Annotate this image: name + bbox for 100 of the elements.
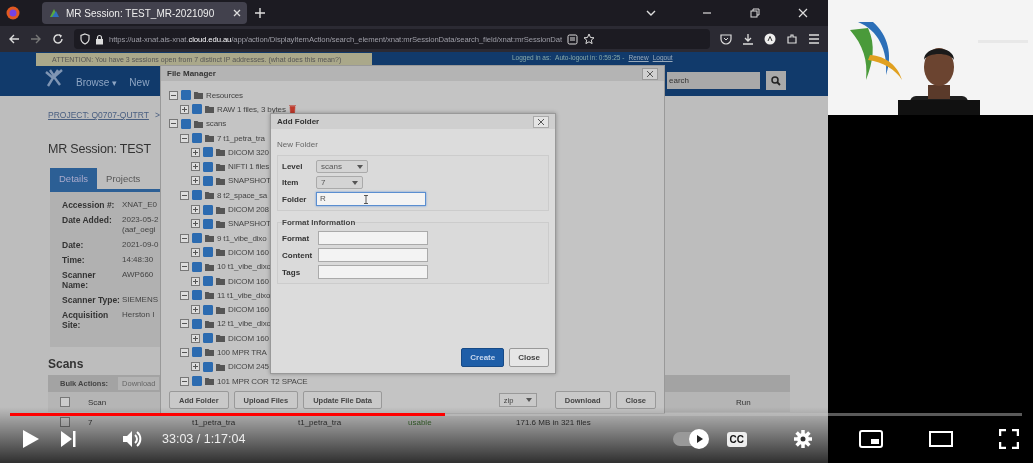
close-icon[interactable] bbox=[798, 8, 808, 18]
pocket-icon[interactable] bbox=[720, 33, 732, 45]
expand-toggle-icon[interactable] bbox=[191, 362, 200, 372]
tab[interactable]: Projects bbox=[97, 168, 150, 189]
tree-item-label[interactable]: DICOM 208 bbox=[228, 205, 269, 214]
checkbox[interactable] bbox=[192, 318, 202, 329]
chevron-down-icon[interactable] bbox=[646, 10, 656, 16]
collapse-toggle-icon[interactable] bbox=[180, 348, 189, 357]
tree-item-label[interactable]: 12 t1_vibe_dixo bbox=[217, 319, 271, 329]
theater-mode-icon[interactable] bbox=[929, 431, 953, 447]
caret-icon[interactable]: ▾ bbox=[112, 77, 118, 88]
checkbox[interactable] bbox=[181, 118, 191, 129]
tree-item-label[interactable]: SNAPSHOT bbox=[228, 176, 271, 186]
checkbox[interactable] bbox=[192, 261, 202, 272]
search-button[interactable] bbox=[766, 71, 786, 90]
expand-toggle-icon[interactable] bbox=[191, 276, 200, 286]
close-button[interactable]: Close bbox=[509, 348, 549, 367]
search-field[interactable]: earch bbox=[667, 72, 760, 89]
checkbox[interactable] bbox=[192, 347, 202, 358]
forward-arrow-icon[interactable] bbox=[30, 33, 42, 45]
collapse-toggle-icon[interactable] bbox=[180, 133, 189, 143]
nav-menu-item[interactable]: New bbox=[129, 77, 150, 88]
collapse-toggle-icon[interactable] bbox=[180, 233, 189, 243]
download-icon[interactable] bbox=[742, 33, 754, 45]
expand-toggle-icon[interactable] bbox=[191, 219, 200, 229]
tree-item-label[interactable]: 11 t1_vibe_dixo bbox=[217, 290, 271, 300]
breadcrumb-link[interactable]: PROJECT: Q0707-QUTRT bbox=[48, 110, 149, 120]
checkbox[interactable] bbox=[203, 147, 213, 158]
checkbox[interactable] bbox=[203, 276, 213, 286]
checkbox[interactable] bbox=[192, 133, 202, 144]
expand-toggle-icon[interactable] bbox=[191, 333, 200, 343]
expand-toggle-icon[interactable] bbox=[191, 247, 200, 257]
tree-item-label[interactable]: 8 t2_space_sa bbox=[217, 190, 268, 200]
checkbox[interactable] bbox=[203, 204, 213, 215]
star-icon[interactable] bbox=[583, 33, 595, 45]
tree-item-label[interactable]: DICOM 160 bbox=[228, 305, 269, 315]
tree-item-label[interactable]: NIFTI 1 files bbox=[228, 162, 270, 172]
collapse-toggle-icon[interactable] bbox=[180, 190, 189, 200]
fullscreen-icon[interactable] bbox=[999, 429, 1019, 449]
volume-icon[interactable] bbox=[122, 430, 142, 448]
menu-icon[interactable] bbox=[808, 34, 820, 44]
tree-item-label[interactable]: 101 MPR COR T2 SPACE bbox=[217, 376, 308, 386]
tree-item-label[interactable]: DICOM 245 bbox=[228, 362, 269, 372]
collapse-toggle-icon[interactable] bbox=[169, 90, 178, 100]
checkbox[interactable] bbox=[192, 290, 202, 301]
create-button[interactable]: Create bbox=[461, 348, 505, 367]
autoplay-toggle[interactable] bbox=[672, 432, 707, 446]
miniplayer-icon[interactable] bbox=[859, 430, 883, 448]
checkbox[interactable] bbox=[203, 175, 213, 186]
checkbox[interactable] bbox=[192, 104, 202, 115]
collapse-toggle-icon[interactable] bbox=[169, 119, 178, 129]
progress-bar[interactable] bbox=[10, 413, 1022, 416]
checkbox[interactable] bbox=[203, 304, 213, 315]
close-icon[interactable] bbox=[233, 9, 241, 17]
close-button[interactable] bbox=[642, 67, 658, 80]
tree-item-label[interactable]: DICOM 160 bbox=[228, 276, 269, 286]
input-field[interactable] bbox=[318, 265, 428, 279]
restore-icon[interactable] bbox=[750, 8, 760, 18]
checkbox[interactable] bbox=[203, 361, 213, 372]
collapse-toggle-icon[interactable] bbox=[180, 262, 189, 272]
tree-item-label[interactable]: DICOM 160 bbox=[228, 247, 269, 257]
expand-toggle-icon[interactable] bbox=[191, 147, 200, 157]
tree-item-label[interactable]: 100 MPR TRA bbox=[217, 348, 267, 357]
back-arrow-icon[interactable] bbox=[8, 33, 20, 45]
extensions-icon[interactable] bbox=[786, 33, 798, 45]
account-icon[interactable] bbox=[764, 33, 776, 45]
checkbox[interactable] bbox=[60, 417, 70, 427]
input-field[interactable] bbox=[318, 231, 428, 245]
checkbox[interactable] bbox=[192, 376, 202, 387]
expand-toggle-icon[interactable] bbox=[191, 305, 200, 315]
tree-item-label[interactable]: 9 t1_vibe_dixo bbox=[217, 233, 267, 243]
expand-toggle-icon[interactable] bbox=[180, 104, 189, 114]
tree-item-label[interactable]: 10 t1_vibe_dixo bbox=[217, 262, 271, 272]
folder-name-field[interactable]: R bbox=[316, 192, 426, 206]
dropdown[interactable]: 7 bbox=[316, 176, 363, 189]
expand-toggle-icon[interactable] bbox=[191, 162, 200, 172]
input-field[interactable] bbox=[318, 248, 428, 262]
next-icon[interactable] bbox=[60, 430, 76, 448]
reload-icon[interactable] bbox=[52, 33, 64, 45]
tree-item-label[interactable]: SNAPSHOT bbox=[228, 219, 271, 229]
checkbox[interactable] bbox=[192, 233, 202, 244]
dropdown[interactable]: scans bbox=[316, 160, 368, 173]
collapse-toggle-icon[interactable] bbox=[180, 319, 189, 329]
tree-item-label[interactable]: Resources bbox=[206, 90, 243, 100]
collapse-toggle-icon[interactable] bbox=[180, 290, 189, 300]
expand-toggle-icon[interactable] bbox=[191, 176, 200, 186]
checkbox[interactable] bbox=[192, 190, 202, 201]
tree-item-label[interactable]: DICOM 160 bbox=[228, 333, 269, 343]
tree-item-label[interactable]: RAW 1 files, 3 bytes bbox=[217, 104, 286, 114]
tree-item-label[interactable]: 7 t1_petra_tra bbox=[217, 133, 265, 143]
checkbox[interactable] bbox=[203, 218, 213, 229]
checkbox[interactable] bbox=[203, 247, 213, 258]
checkbox[interactable] bbox=[203, 161, 213, 172]
tree-item-label[interactable]: scans bbox=[206, 119, 227, 129]
trash-icon[interactable] bbox=[288, 103, 296, 115]
reader-view-icon[interactable] bbox=[567, 33, 578, 45]
play-icon[interactable] bbox=[22, 429, 40, 449]
close-button[interactable] bbox=[533, 115, 549, 128]
checkbox[interactable] bbox=[203, 333, 213, 344]
plus-icon[interactable] bbox=[255, 8, 265, 18]
